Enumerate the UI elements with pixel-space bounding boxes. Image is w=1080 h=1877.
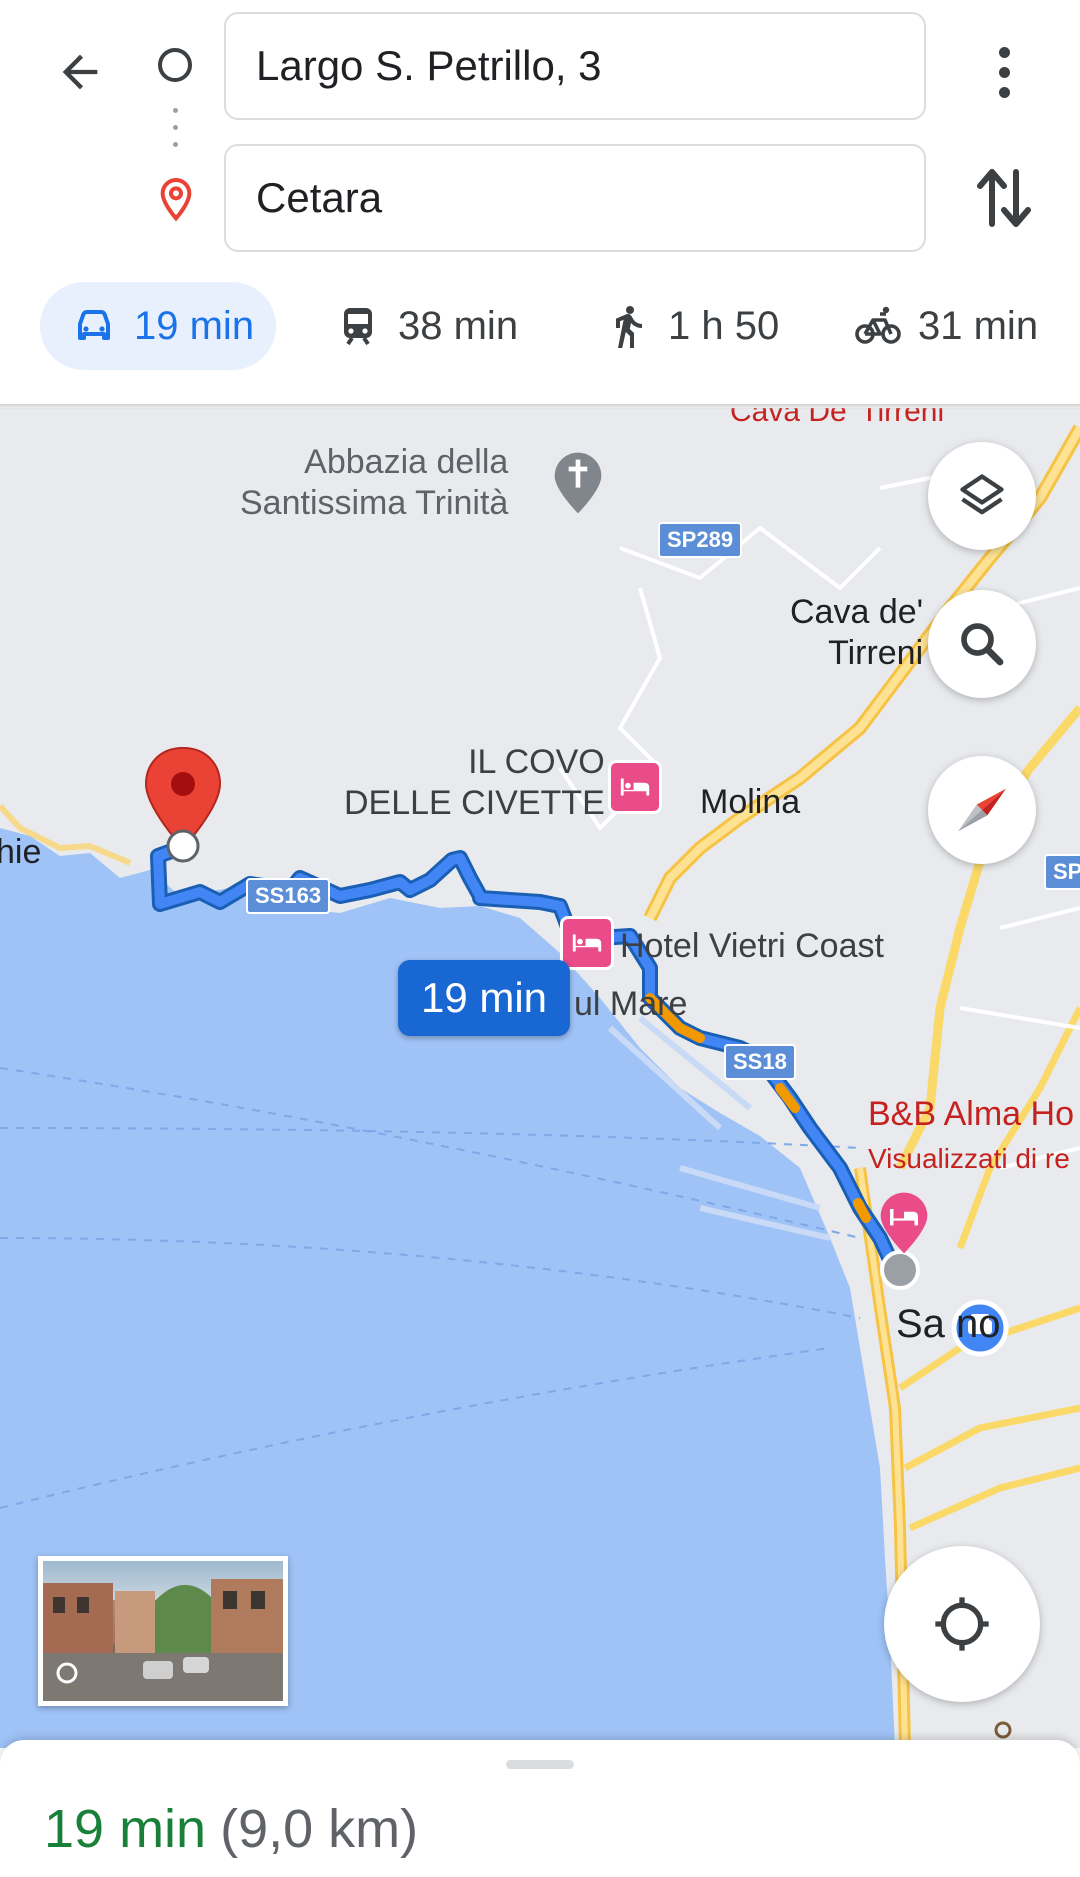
destination-pin-icon xyxy=(160,177,192,222)
destination-marker[interactable] xyxy=(144,746,222,863)
street-view-thumbnail[interactable] xyxy=(38,1556,288,1706)
tab-cycling[interactable]: 31 min xyxy=(854,282,1038,370)
tab-walking-time: 1 h 50 xyxy=(668,303,780,348)
road-shield-sp289: SP289 xyxy=(658,522,743,558)
tab-walking[interactable]: 1 h 50 xyxy=(604,282,779,370)
place-salerno-label[interactable]: Sa no xyxy=(896,1300,1001,1348)
street-view-image xyxy=(43,1579,283,1701)
layers-icon xyxy=(960,474,1004,515)
directions-header: Largo S. Petrillo, 3 Cetara 19 min 38 mi… xyxy=(0,0,1080,408)
car-icon xyxy=(78,310,110,340)
route-distance: (9,0 km) xyxy=(220,1799,419,1859)
tab-cycling-time: 31 min xyxy=(918,303,1039,348)
more-options-button[interactable] xyxy=(974,36,1034,108)
tab-transit-time: 38 min xyxy=(398,303,519,348)
bed-icon xyxy=(620,778,650,796)
route-time-callout[interactable]: 19 min xyxy=(398,960,570,1036)
route-duration: 19 min xyxy=(44,1799,207,1859)
swap-directions-icon[interactable] xyxy=(972,164,1036,232)
place-cava-label[interactable]: Cava de' Tirreni xyxy=(790,592,923,674)
bed-icon xyxy=(572,934,602,952)
search-along-route-button[interactable] xyxy=(928,590,1036,698)
place-sul-mare-label: ul Mare xyxy=(574,985,688,1023)
tab-transit[interactable]: 38 min xyxy=(334,282,518,370)
my-location-icon xyxy=(935,1597,989,1651)
origin-text: Largo S. Petrillo, 3 xyxy=(256,42,602,89)
poi-abbey-label[interactable]: Abbazia della Santissima Trinità xyxy=(240,442,508,524)
route-connector-dots xyxy=(173,108,178,159)
hotel-bb-alma-pin[interactable] xyxy=(876,1188,932,1258)
hotel-covo-icon[interactable] xyxy=(608,760,662,814)
hotel-bb-alma-sublabel: Visualizzati di re xyxy=(868,1143,1070,1174)
travel-mode-tabs: 19 min 38 min 1 h 50 31 min xyxy=(0,282,1080,378)
destination-field[interactable]: Cetara xyxy=(224,144,926,252)
place-hie-label: hie xyxy=(0,833,42,871)
tab-driving[interactable]: 19 min xyxy=(40,282,276,370)
road-shield-ss163: SS163 xyxy=(246,878,331,914)
cava-top-label: Cava De' Tirreni xyxy=(730,408,945,428)
walking-icon xyxy=(616,306,642,348)
road-shield-ss18: SS18 xyxy=(724,1044,796,1080)
origin-field[interactable]: Largo S. Petrillo, 3 xyxy=(224,12,926,120)
hotel-vietri-label[interactable]: Hotel Vietri Coast xyxy=(620,926,884,967)
route-summary: 19 min (9,0 km) xyxy=(44,1798,418,1860)
back-arrow-icon xyxy=(62,54,98,90)
map-view[interactable]: Abbazia della Santissima Trinità Cava De… xyxy=(0,408,1080,1748)
destination-text: Cetara xyxy=(256,174,383,221)
compass-icon xyxy=(958,788,1006,832)
hotel-covo-label[interactable]: IL COVO DELLE CIVETTE xyxy=(344,742,605,824)
small-poi-marker xyxy=(994,1721,1012,1739)
road-shield-sp-edge: SP xyxy=(1044,854,1080,890)
sheet-drag-handle[interactable] xyxy=(506,1760,574,1769)
train-icon xyxy=(344,308,372,346)
layers-button[interactable] xyxy=(928,442,1036,550)
compass-button[interactable] xyxy=(928,756,1036,864)
header-divider xyxy=(0,404,1080,410)
traffic-segment-3 xyxy=(853,1198,871,1223)
route-summary-sheet[interactable]: 19 min (9,0 km) xyxy=(0,1740,1080,1877)
hotel-vietri-icon[interactable] xyxy=(560,916,614,970)
hotel-bb-alma-label[interactable]: B&B Alma Ho xyxy=(868,1094,1074,1135)
tab-driving-time: 19 min xyxy=(134,303,255,348)
my-location-button[interactable] xyxy=(884,1546,1040,1702)
origin-circle-icon xyxy=(158,48,192,82)
church-icon[interactable] xyxy=(550,448,606,518)
place-molina-label[interactable]: Molina xyxy=(700,782,800,823)
bike-icon xyxy=(855,306,901,344)
search-icon xyxy=(961,623,1004,666)
back-button[interactable] xyxy=(44,36,116,108)
